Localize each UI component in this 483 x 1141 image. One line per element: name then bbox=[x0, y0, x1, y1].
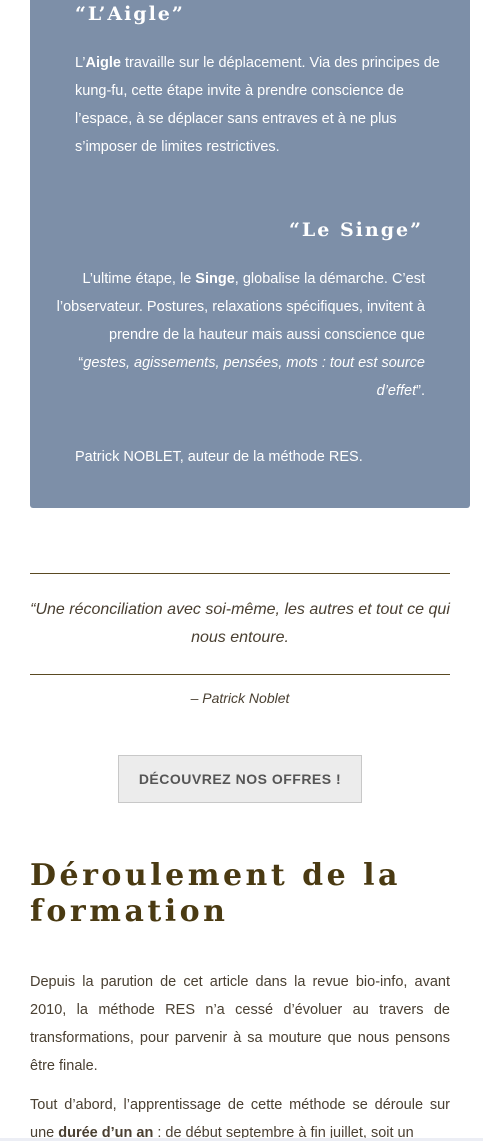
stage-title-aigle: “L’Aigle” bbox=[75, 3, 185, 25]
stage-title-singe: “Le Singe” bbox=[288, 219, 423, 241]
section-paragraph-1: Depuis la parution de cet article dans l… bbox=[30, 974, 450, 1074]
discover-offers-button[interactable]: DÉCOUVREZ NOS OFFRES ! bbox=[118, 755, 362, 803]
method-author-line: Patrick NOBLET, auteur de la méthode RES… bbox=[75, 449, 363, 465]
stage-paragraph-singe: L’ultime étape, le Singe, globalise la d… bbox=[56, 271, 425, 399]
section-heading: Déroulement de la formation bbox=[30, 858, 401, 929]
quote-top-divider bbox=[30, 573, 450, 574]
quote-author: – Patrick Noblet bbox=[190, 690, 290, 706]
pull-quote: “Une réconciliation avec soi-même, les a… bbox=[30, 601, 450, 646]
stage-paragraph-aigle: L’Aigle travaille sur le déplacement. Vi… bbox=[75, 55, 440, 155]
quote-bottom-divider bbox=[30, 674, 450, 675]
section-paragraph-2: Tout d’abord, l’apprentissage de cette m… bbox=[30, 1097, 450, 1141]
